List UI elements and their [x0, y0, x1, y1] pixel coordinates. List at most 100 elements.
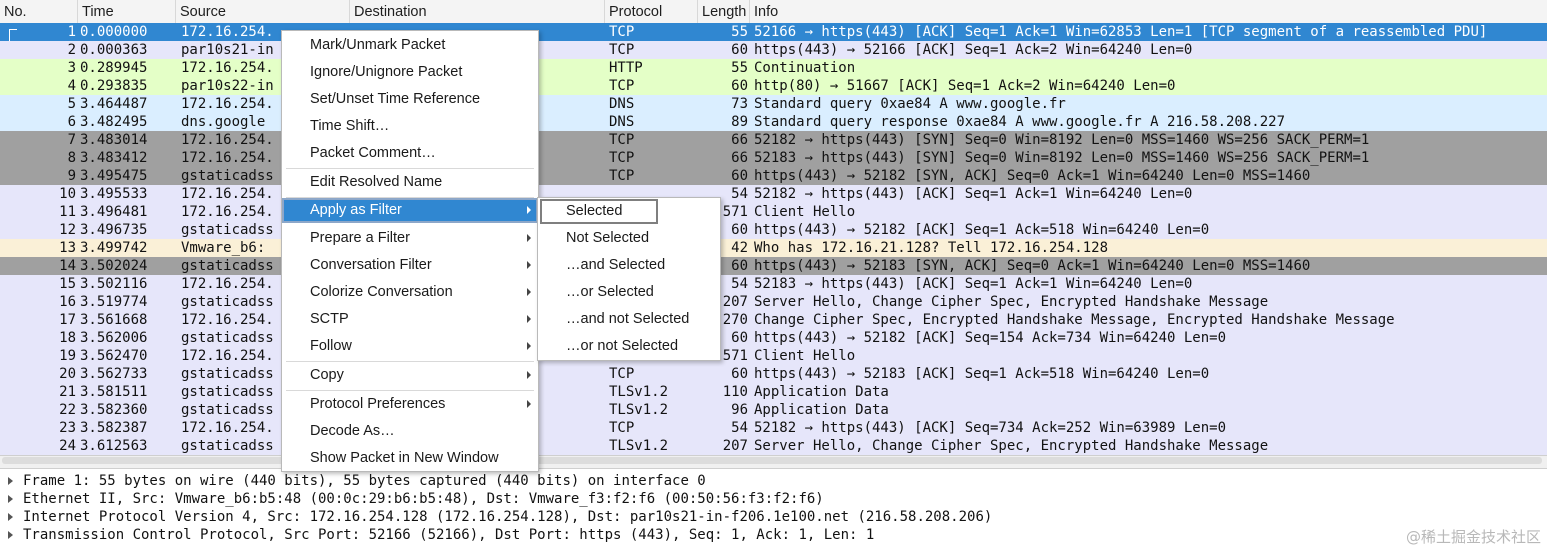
details-tree-item[interactable]: Transmission Control Protocol, Src Port:… [0, 526, 1547, 544]
packet-row[interactable]: 20 3.562733 gstaticadss TCP 60 https(443) → 5… [0, 365, 1547, 383]
submenu-arrow-icon [527, 400, 531, 408]
packet-cell-info: 52182 → https(443) [ACK] Seq=1 Ack=1 Win… [754, 186, 1193, 202]
packet-row[interactable]: 7 3.483014 172.16.254. TCP 66 52182 → https(4… [0, 131, 1547, 149]
column-header-length[interactable]: Length [698, 0, 750, 23]
menu-item-ignore-unignore-packet[interactable]: Ignore/Unignore Packet [282, 60, 538, 85]
packet-row[interactable]: 12 3.496735 gstaticadss 60 https(443) → 5218… [0, 221, 1547, 239]
packet-cell-info: https(443) → 52166 [ACK] Seq=1 Ack=2 Win… [754, 42, 1193, 58]
packet-row[interactable]: 22 3.582360 gstaticadss TLSv1.2 96 Applicatio… [0, 401, 1547, 419]
watermark: @稀土掘金技术社区 [1405, 528, 1541, 546]
packet-row[interactable]: 3 0.289945 172.16.254. HTTP 55 Continuation [0, 59, 1547, 77]
packet-row[interactable]: 13 3.499742 Vmware_b6: 42 Who has 172.16.21.… [0, 239, 1547, 257]
packet-cell-len: 60 [731, 78, 748, 94]
menu-item-label: Colorize Conversation [310, 284, 453, 300]
menu-item-copy[interactable]: Copy [282, 363, 538, 388]
column-header-time[interactable]: Time [78, 0, 176, 23]
packet-row[interactable]: 16 3.519774 gstaticadss 207 Server Hello, Ch… [0, 293, 1547, 311]
packet-row[interactable]: 9 3.495475 gstaticadss TCP 60 https(443) → 52… [0, 167, 1547, 185]
packet-cell-time: 3.612563 [80, 438, 148, 454]
packet-row[interactable]: 17 3.561668 172.16.254. 270 Change Cipher Sp… [0, 311, 1547, 329]
menu-item-mark-unmark-packet[interactable]: Mark/Unmark Packet [282, 33, 538, 58]
column-header-source[interactable]: Source [176, 0, 350, 23]
packet-row[interactable]: 18 3.562006 gstaticadss 60 https(443) → 5218… [0, 329, 1547, 347]
submenu-arrow-icon [527, 206, 531, 214]
menu-item-label: Prepare a Filter [310, 230, 410, 246]
packet-cell-no: 2 [67, 42, 76, 58]
expand-arrow-icon[interactable] [8, 477, 13, 485]
expand-arrow-icon[interactable] [8, 531, 13, 539]
column-header-no[interactable]: No. [0, 0, 78, 23]
menu-item-conversation-filter[interactable]: Conversation Filter [282, 253, 538, 278]
details-tree-text: Frame 1: 55 bytes on wire (440 bits), 55… [23, 473, 706, 489]
packet-row[interactable]: 14 3.502024 gstaticadss 60 https(443) → 5218… [0, 257, 1547, 275]
menu-item-decode-as[interactable]: Decode As… [282, 419, 538, 444]
column-header-protocol[interactable]: Protocol [605, 0, 698, 23]
packet-row[interactable]: 6 3.482495 dns.google DNS 89 Standard query r… [0, 113, 1547, 131]
packet-row[interactable]: 4 0.293835 par10s22-in TCP 60 http(80) → 5166… [0, 77, 1547, 95]
packet-cell-time: 3.582387 [80, 420, 148, 436]
packet-cell-no: 22 [59, 402, 76, 418]
packet-cell-time: 3.495475 [80, 168, 148, 184]
packet-row[interactable]: 23 3.582387 172.16.254. TCP 54 52182 → https(… [0, 419, 1547, 437]
horizontal-scrollbar[interactable] [2, 457, 1542, 464]
packet-row[interactable]: 19 3.562470 172.16.254. 571 Client Hello [0, 347, 1547, 365]
menu-item-colorize-conversation[interactable]: Colorize Conversation [282, 280, 538, 305]
packet-cell-time: 3.496481 [80, 204, 148, 220]
packet-list: 1 0.000000 172.16.254. TCP 55 52166 → https(4… [0, 23, 1547, 455]
submenu-item-and-selected[interactable]: …and Selected [538, 253, 720, 278]
menu-item-label: Packet Comment… [310, 145, 436, 161]
column-header-info[interactable]: Info [750, 0, 1547, 23]
submenu-item-selected[interactable]: Selected [540, 199, 658, 224]
packet-row[interactable]: 24 3.612563 gstaticadss TLSv1.2 207 Server He… [0, 437, 1547, 455]
menu-item-label: Apply as Filter [310, 202, 402, 218]
packet-cell-info: Application Data [754, 402, 889, 418]
packet-cell-no: 15 [59, 276, 76, 292]
packet-cell-time: 3.495533 [80, 186, 148, 202]
submenu-item-or-not-selected[interactable]: …or not Selected [538, 334, 720, 359]
menu-item-protocol-preferences[interactable]: Protocol Preferences [282, 392, 538, 417]
packet-cell-time: 3.581511 [80, 384, 148, 400]
menu-item-time-shift[interactable]: Time Shift… [282, 114, 538, 139]
submenu-item-not-selected[interactable]: Not Selected [538, 226, 720, 251]
submenu-arrow-icon [527, 315, 531, 323]
packet-cell-info: 52182 → https(443) [ACK] Seq=734 Ack=252… [754, 420, 1227, 436]
details-tree-item[interactable]: Ethernet II, Src: Vmware_b6:b5:48 (00:0c… [0, 490, 1547, 508]
details-tree-item[interactable]: Internet Protocol Version 4, Src: 172.16… [0, 508, 1547, 526]
packet-cell-proto: TCP [609, 132, 635, 148]
packet-cell-time: 3.482495 [80, 114, 148, 130]
packet-cell-no: 12 [59, 222, 76, 238]
packet-cell-proto: TCP [609, 366, 635, 382]
packet-cell-time: 3.562006 [80, 330, 148, 346]
packet-cell-time: 3.561668 [80, 312, 148, 328]
packet-row[interactable]: 1 0.000000 172.16.254. TCP 55 52166 → https(4… [0, 23, 1547, 41]
packet-cell-proto: TCP [609, 420, 635, 436]
submenu-item-or-selected[interactable]: …or Selected [538, 280, 720, 305]
packet-row[interactable]: 21 3.581511 gstaticadss TLSv1.2 110 Applicati… [0, 383, 1547, 401]
menu-item-apply-as-filter[interactable]: Apply as Filter [282, 198, 538, 223]
menu-item-show-packet-in-new-window[interactable]: Show Packet in New Window [282, 446, 538, 471]
packet-cell-no: 19 [59, 348, 76, 364]
packet-cell-time: 3.496735 [80, 222, 148, 238]
menu-separator [286, 361, 534, 362]
menu-separator [286, 168, 534, 169]
packet-cell-len: 207 [722, 438, 748, 454]
menu-item-follow[interactable]: Follow [282, 334, 538, 359]
packet-row[interactable]: 15 3.502116 172.16.254. 54 52183 → https(443… [0, 275, 1547, 293]
packet-row[interactable]: 5 3.464487 172.16.254. DNS 73 Standard query … [0, 95, 1547, 113]
menu-item-prepare-a-filter[interactable]: Prepare a Filter [282, 226, 538, 251]
packet-cell-info: 52183 → https(443) [SYN] Seq=0 Win=8192 … [754, 150, 1370, 166]
packet-row[interactable]: 2 0.000363 par10s21-in TCP 60 https(443) → 52… [0, 41, 1547, 59]
column-header-destination[interactable]: Destination [350, 0, 605, 23]
menu-item-sctp[interactable]: SCTP [282, 307, 538, 332]
details-tree-text: Ethernet II, Src: Vmware_b6:b5:48 (00:0c… [23, 491, 824, 507]
packet-row[interactable]: 10 3.495533 172.16.254. 54 52182 → https(443… [0, 185, 1547, 203]
menu-item-edit-resolved-name[interactable]: Edit Resolved Name [282, 170, 538, 195]
menu-item-packet-comment[interactable]: Packet Comment… [282, 141, 538, 166]
submenu-item-and-not-selected[interactable]: …and not Selected [538, 307, 720, 332]
packet-row[interactable]: 8 3.483412 172.16.254. TCP 66 52183 → https(4… [0, 149, 1547, 167]
expand-arrow-icon[interactable] [8, 513, 13, 521]
packet-row[interactable]: 11 3.496481 172.16.254. 571 Client Hello [0, 203, 1547, 221]
expand-arrow-icon[interactable] [8, 495, 13, 503]
details-tree-item[interactable]: Frame 1: 55 bytes on wire (440 bits), 55… [0, 472, 1547, 490]
menu-item-set-unset-time-reference[interactable]: Set/Unset Time Reference [282, 87, 538, 112]
